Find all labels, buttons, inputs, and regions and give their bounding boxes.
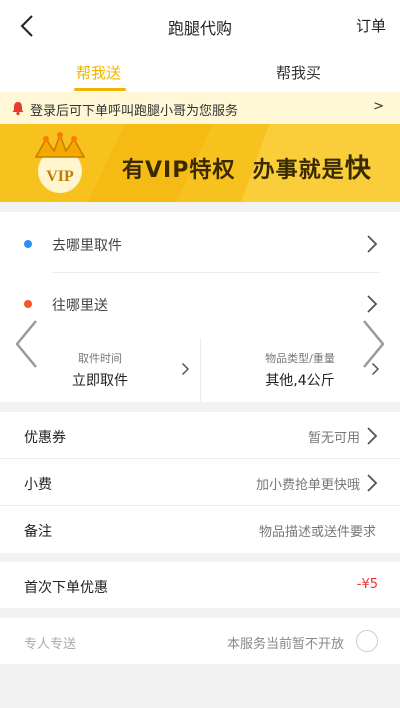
dedicated-delivery-row: 专人专送 本服务当前暂不开放	[0, 618, 400, 664]
pickup-address-row[interactable]: 去哪里取件	[0, 214, 400, 274]
tip-row[interactable]: 小费 加小费抢单更快哦	[0, 459, 400, 506]
divider	[52, 272, 380, 273]
top-nav-bar: 跑腿代购 订单	[0, 0, 400, 52]
first-order-value: -¥5	[356, 577, 378, 592]
pickup-time-value: 立即取件	[72, 373, 128, 389]
dedicated-delivery-radio[interactable]	[356, 630, 378, 652]
options-list: 优惠券 暂无可用 小费 加小费抢单更快哦 备注 物品描述或送件要求	[0, 412, 400, 553]
pickup-address-label: 去哪里取件	[52, 238, 122, 254]
dedicated-delivery-label: 专人专送	[24, 637, 77, 652]
vip-crown-icon: VIP	[34, 132, 86, 193]
divider	[200, 338, 201, 402]
chevron-right-icon	[367, 235, 378, 253]
pickup-dot-icon	[24, 240, 32, 248]
remark-row[interactable]: 备注 物品描述或送件要求	[0, 506, 400, 553]
vip-slogan-part1: 有VIP特权	[122, 158, 236, 183]
remark-label: 备注	[24, 524, 52, 540]
coupon-row[interactable]: 优惠券 暂无可用	[0, 412, 400, 459]
tab-help-send[interactable]: 帮我送	[76, 62, 121, 83]
chevron-right-icon	[367, 427, 378, 445]
login-notice-bar[interactable]: 登录后可下单呼叫跑腿小哥为您服务 >	[0, 92, 400, 124]
first-order-label: 首次下单优惠	[24, 580, 108, 596]
vip-slogan-part2: 办事就是	[252, 158, 345, 183]
delivery-dot-icon	[24, 300, 32, 308]
tab-help-buy[interactable]: 帮我买	[276, 62, 321, 83]
vip-slogan: 有VIP特权 办事就是快	[122, 148, 372, 185]
notice-text: 登录后可下单呼叫跑腿小哥为您服务	[30, 104, 239, 119]
vip-slogan-emphasis: 快	[344, 154, 372, 184]
item-type-value: 其他,4公斤	[265, 373, 335, 389]
chevron-right-icon	[367, 474, 378, 492]
notice-chevron-icon: >	[373, 99, 384, 114]
active-tab-indicator	[74, 88, 126, 91]
delivery-address-label: 往哪里送	[52, 298, 108, 314]
delivery-address-row[interactable]: 往哪里送	[0, 274, 400, 334]
remark-input[interactable]: 物品描述或送件要求	[259, 521, 376, 540]
chevron-right-icon	[181, 362, 190, 376]
tip-label: 小费	[24, 477, 52, 493]
bell-icon	[12, 102, 24, 116]
carousel-prev-icon[interactable]	[12, 318, 42, 370]
page-title: 跑腿代购	[167, 19, 232, 38]
carousel-next-icon[interactable]	[358, 318, 388, 370]
coupon-label: 优惠券	[24, 430, 66, 446]
vip-banner[interactable]: VIP 有VIP特权 办事就是快	[0, 124, 400, 202]
tab-bar: 帮我送 帮我买	[0, 52, 400, 92]
vip-badge-text: VIP	[46, 168, 74, 185]
coupon-value: 暂无可用	[307, 431, 360, 446]
orders-button[interactable]: 订单	[356, 15, 386, 36]
tip-value: 加小费抢单更快哦	[255, 478, 360, 493]
chevron-right-icon	[367, 295, 378, 313]
first-order-discount-row: 首次下单优惠 -¥5	[0, 562, 400, 608]
dedicated-delivery-status: 本服务当前暂不开放	[226, 637, 344, 652]
